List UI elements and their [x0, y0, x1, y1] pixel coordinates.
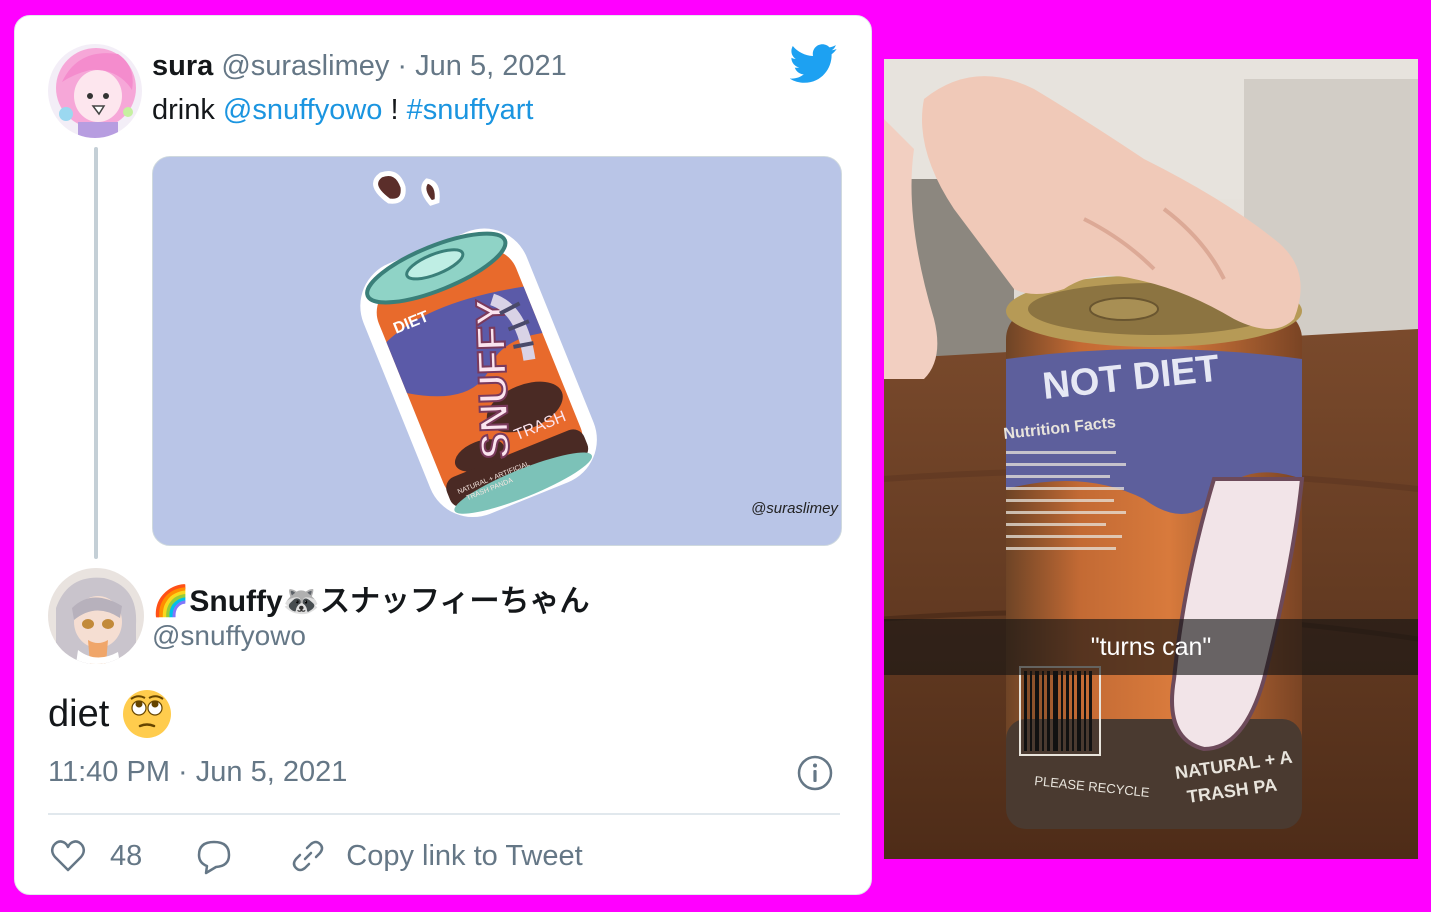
- like-count: 48: [110, 839, 143, 872]
- tweet-date[interactable]: Jun 5, 2021: [415, 50, 567, 82]
- tweet-date: Jun 5, 2021: [195, 756, 348, 788]
- tweet-text-word: diet: [48, 692, 110, 735]
- author-handle[interactable]: @snuffyowo: [152, 620, 306, 652]
- divider: [48, 813, 840, 815]
- avatar[interactable]: [48, 568, 144, 664]
- display-name-suffix: スナッフィーちゃん: [320, 585, 590, 618]
- author-name[interactable]: sura: [152, 50, 213, 82]
- heart-icon: [48, 836, 88, 876]
- snap-caption-text: "turns can": [1090, 632, 1212, 661]
- tweet-embed-card: sura @suraslimey · Jun 5, 2021 drink @sn…: [14, 15, 872, 895]
- tweet-text: diet: [48, 688, 173, 740]
- like-button[interactable]: 48: [48, 836, 142, 876]
- tweet-text: drink @snuffyowo ! #snuffyart: [152, 94, 533, 127]
- reply-button[interactable]: [194, 836, 234, 876]
- raccoon-emoji: 🦝: [282, 585, 321, 618]
- mention-link[interactable]: @snuffyowo: [223, 94, 383, 126]
- twitter-bird-icon[interactable]: [789, 44, 838, 84]
- copy-link-button[interactable]: Copy link to Tweet: [288, 836, 583, 876]
- snap-caption-bar: "turns can": [884, 619, 1418, 675]
- reply-bubble-icon: [194, 836, 234, 876]
- tweet-text-mid: !: [390, 94, 399, 126]
- link-icon: [288, 836, 328, 876]
- info-icon[interactable]: [796, 754, 834, 792]
- rainbow-emoji: 🌈: [152, 585, 190, 618]
- tweet-media-image[interactable]: SNUFFY DIET TRASH NATURAL + ARTIFICIAL T…: [152, 156, 842, 546]
- header-separator: ·: [397, 50, 408, 82]
- display-name-text: Snuffy: [189, 585, 283, 618]
- author-display-name[interactable]: 🌈Snuffy🦝スナッフィーちゃん: [152, 576, 589, 620]
- artist-signature: @suraslimey: [751, 500, 839, 517]
- tweet-text-prefix: drink: [152, 94, 215, 126]
- tweet-actions: 48 Copy link to Tweet: [48, 834, 583, 878]
- author-handle[interactable]: @suraslimey: [221, 50, 389, 82]
- hashtag-link[interactable]: #snuffyart: [407, 94, 534, 126]
- thread-line: [94, 147, 98, 559]
- tweet-header: sura @suraslimey · Jun 5, 2021: [152, 50, 567, 83]
- tweet-time: 11:40 PM: [48, 756, 170, 788]
- copy-link-label: Copy link to Tweet: [346, 839, 583, 872]
- avatar[interactable]: [48, 44, 142, 138]
- tweet-timestamp[interactable]: 11:40 PM · Jun 5, 2021: [48, 756, 347, 789]
- meta-separator: ·: [178, 756, 188, 788]
- rolling-eyes-emoji-icon: [121, 688, 173, 740]
- can-photo: NOT DIET Nutrition Facts NATURAL + A TRA…: [884, 59, 1418, 859]
- can-brand-text: SNUFFY: [468, 298, 518, 460]
